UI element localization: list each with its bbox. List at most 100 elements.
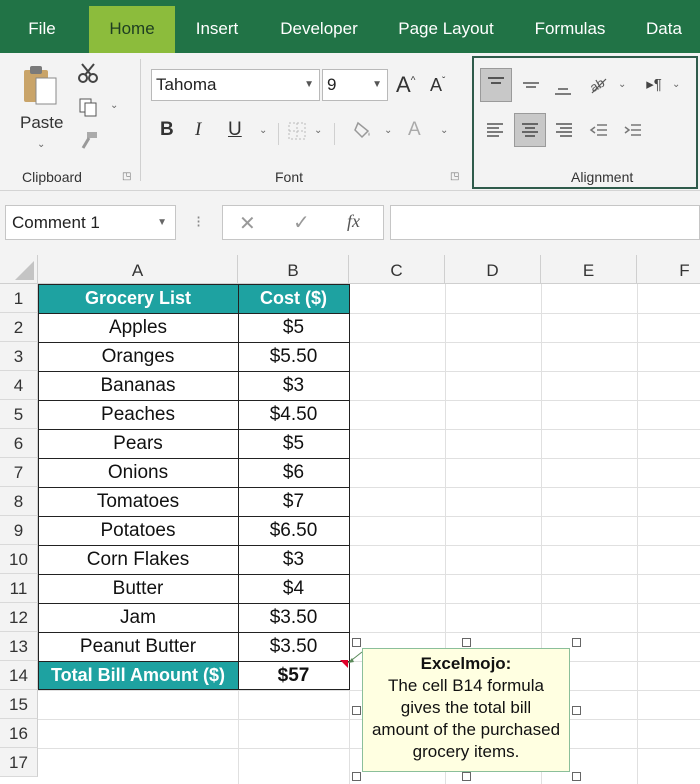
clipboard-launcher-icon[interactable]: ◳ <box>122 171 131 182</box>
row-header[interactable]: 9 <box>0 516 38 545</box>
format-painter-icon[interactable] <box>76 129 100 153</box>
resize-handle[interactable] <box>572 706 581 715</box>
row-header[interactable]: 12 <box>0 603 38 632</box>
column-header-d[interactable]: D <box>445 255 541 284</box>
insert-function-icon[interactable]: fx <box>347 211 360 232</box>
table-border <box>38 603 350 604</box>
tab-formulas[interactable]: Formulas <box>522 0 618 53</box>
cancel-icon[interactable]: ✕ <box>239 211 256 236</box>
row-header[interactable]: 1 <box>0 284 38 313</box>
row-header[interactable]: 7 <box>0 458 38 487</box>
decrease-indent-icon[interactable] <box>586 117 612 143</box>
font-name-select[interactable]: Tahoma ▼ <box>151 69 320 101</box>
borders-dropdown-icon[interactable]: ⌄ <box>314 125 322 136</box>
resize-handle[interactable] <box>352 638 361 647</box>
alignment-group-label: Alignment <box>571 169 634 185</box>
resize-handle[interactable] <box>352 772 361 781</box>
clipboard-group-label: Clipboard <box>22 169 82 185</box>
tab-data[interactable]: Data <box>636 0 692 53</box>
row-header[interactable]: 10 <box>0 545 38 574</box>
font-color-button[interactable]: A <box>408 119 421 141</box>
font-color-dropdown-icon[interactable]: ⌄ <box>440 125 448 136</box>
align-right-icon[interactable] <box>551 117 577 143</box>
comment-author: Excelmojo: <box>420 654 512 673</box>
shrink-font-label: A <box>430 75 443 95</box>
tab-insert[interactable]: Insert <box>186 0 248 53</box>
resize-handle[interactable] <box>462 772 471 781</box>
divider <box>278 123 279 145</box>
paste-button[interactable]: Paste <box>20 113 63 133</box>
worksheet-grid[interactable]: A B C D E F 1 2 3 4 5 6 7 8 9 10 11 12 1… <box>0 255 700 784</box>
underline-button[interactable]: U <box>228 119 242 141</box>
borders-icon[interactable] <box>285 119 309 143</box>
row-header[interactable]: 11 <box>0 574 38 603</box>
column-header-e[interactable]: E <box>541 255 637 284</box>
orientation-icon[interactable]: ab <box>586 71 612 97</box>
fill-color-dropdown-icon[interactable]: ⌄ <box>384 125 392 136</box>
row-header[interactable]: 6 <box>0 429 38 458</box>
tab-file[interactable]: File <box>18 0 66 53</box>
row-header[interactable]: 13 <box>0 632 38 661</box>
italic-button[interactable]: I <box>195 119 201 141</box>
formula-bar-grip-icon[interactable]: ⁝ <box>196 205 201 240</box>
name-box[interactable]: Comment 1 ▼ <box>5 205 176 240</box>
row-header[interactable]: 4 <box>0 371 38 400</box>
column-header-f[interactable]: F <box>637 255 700 284</box>
text-direction-dropdown-icon[interactable]: ⌄ <box>672 79 680 90</box>
fill-color-icon[interactable] <box>350 117 376 143</box>
font-launcher-icon[interactable]: ◳ <box>450 171 459 182</box>
middle-align-icon[interactable] <box>518 71 544 99</box>
resize-handle[interactable] <box>572 772 581 781</box>
orientation-dropdown-icon[interactable]: ⌄ <box>618 79 626 90</box>
align-center-icon[interactable] <box>514 113 546 147</box>
row-header[interactable]: 16 <box>0 719 38 748</box>
font-size-select[interactable]: 9 ▼ <box>322 69 388 101</box>
table-border <box>38 371 350 372</box>
bold-button[interactable]: B <box>160 119 174 141</box>
paste-icon[interactable] <box>18 61 62 111</box>
formula-buttons: ✕ ✓ fx <box>222 205 384 240</box>
tab-page-layout[interactable]: Page Layout <box>390 0 502 53</box>
column-header-c[interactable]: C <box>349 255 445 284</box>
row-header[interactable]: 5 <box>0 400 38 429</box>
shrink-font-button[interactable]: Aˇ <box>430 75 445 96</box>
column-header-b[interactable]: B <box>238 255 349 284</box>
tab-developer[interactable]: Developer <box>268 0 370 53</box>
copy-icon[interactable] <box>76 95 100 119</box>
row-header[interactable]: 17 <box>0 748 38 777</box>
formula-input[interactable] <box>390 205 700 240</box>
comment-line: grocery items. <box>412 742 520 761</box>
row-header[interactable]: 8 <box>0 487 38 516</box>
gridline <box>238 690 239 784</box>
column-header-a[interactable]: A <box>38 255 238 284</box>
chevron-down-icon: ▼ <box>304 79 314 90</box>
top-align-icon[interactable] <box>480 68 512 102</box>
cut-icon[interactable] <box>76 61 100 85</box>
table-border <box>38 632 350 633</box>
row-header[interactable]: 2 <box>0 313 38 342</box>
table-border <box>38 313 350 314</box>
increase-indent-icon[interactable] <box>620 117 646 143</box>
enter-icon[interactable]: ✓ <box>293 210 310 235</box>
tab-home[interactable]: Home <box>89 6 175 53</box>
select-all-corner[interactable] <box>0 255 38 284</box>
paste-dropdown-icon[interactable]: ⌄ <box>37 139 45 150</box>
row-header[interactable]: 15 <box>0 690 38 719</box>
font-size-value: 9 <box>327 75 337 94</box>
formula-bar: Comment 1 ▼ ⁝ ✕ ✓ fx <box>0 191 700 255</box>
resize-handle[interactable] <box>352 706 361 715</box>
align-left-icon[interactable] <box>482 117 508 143</box>
bottom-align-icon[interactable] <box>550 73 576 101</box>
row-header[interactable]: 14 <box>0 661 38 690</box>
resize-handle[interactable] <box>462 638 471 647</box>
table-border <box>38 458 350 459</box>
grow-font-button[interactable]: A^ <box>396 72 415 98</box>
grow-font-label: A <box>396 72 411 97</box>
resize-handle[interactable] <box>572 638 581 647</box>
comment-box[interactable]: Excelmojo: The cell B14 formula gives th… <box>362 648 570 772</box>
underline-dropdown-icon[interactable]: ⌄ <box>259 125 267 136</box>
row-header[interactable]: 3 <box>0 342 38 371</box>
copy-dropdown-icon[interactable]: ⌄ <box>110 100 118 111</box>
text-direction-icon[interactable]: ▸¶ <box>640 71 668 97</box>
table-border <box>38 429 350 430</box>
